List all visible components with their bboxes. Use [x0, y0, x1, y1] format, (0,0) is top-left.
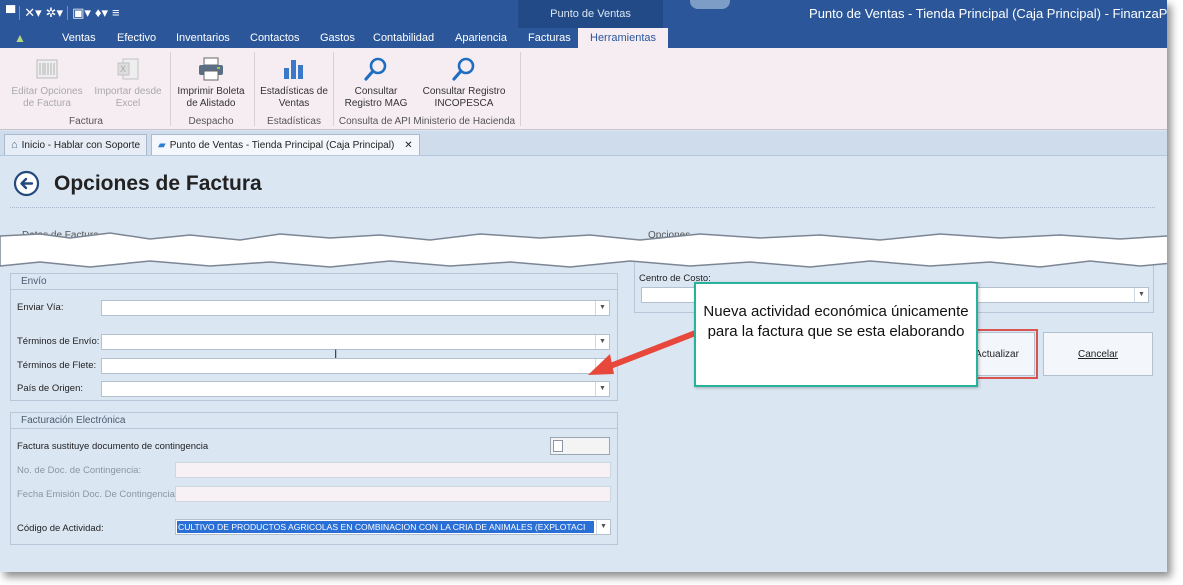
tab-gastos[interactable]: Gastos — [320, 28, 355, 48]
callout-note: Nueva actividad económica únicamente par… — [694, 282, 978, 387]
tab-efectivo[interactable]: Efectivo — [117, 28, 156, 48]
group-label-despacho: Despacho — [188, 116, 234, 127]
title-notch — [690, 0, 730, 9]
pos-icon: ▰ — [158, 139, 166, 151]
print-icon[interactable]: ▣▾ — [72, 4, 91, 22]
page-title: Opciones de Factura — [54, 172, 262, 195]
chevron-down-icon[interactable]: ▼ — [596, 520, 610, 534]
tab-ventas[interactable]: Ventas — [62, 28, 96, 48]
title-bar: ▀ ✕▾ ✲▾ ▣▾ ♦▾ ≡ Punto de Ventas Punto de… — [0, 0, 1167, 28]
codigo-actividad-select[interactable]: CULTIVO DE PRODUCTOS AGRICOLAS EN COMBIN… — [175, 519, 611, 535]
importar-excel-button[interactable]: X Importar desde Excel — [90, 52, 166, 110]
ribbon-divider — [170, 52, 171, 126]
quick-access-toolbar: ▀ ✕▾ ✲▾ ▣▾ ♦▾ ≡ — [6, 4, 120, 22]
document-tabs: ⌂ Inicio - Hablar con Soporte ▰ Punto de… — [0, 131, 1167, 156]
ribbon-divider — [254, 52, 255, 126]
torn-edge-graphic — [0, 232, 1167, 268]
context-tab-group: Punto de Ventas — [518, 0, 663, 28]
button-label: Consultar Registro INCOPESCA — [422, 86, 506, 109]
doctab-label: Punto de Ventas - Tienda Principal (Caja… — [169, 139, 395, 151]
back-arrow-icon[interactable] — [13, 170, 40, 197]
imprimir-boleta-button[interactable]: Imprimir Boleta de Alistado — [172, 52, 250, 110]
tools-icon[interactable]: ✕▾ — [24, 4, 41, 22]
terminos-envio-select[interactable]: ▼ — [101, 334, 610, 350]
doctab-inicio[interactable]: ⌂ Inicio - Hablar con Soporte — [4, 134, 148, 155]
fecha-emision-label: Fecha Emisión Doc. De Contingencia: — [17, 489, 178, 500]
text-cursor-icon: I — [334, 347, 338, 361]
cancelar-button[interactable]: Cancelar — [1043, 332, 1153, 376]
divider — [10, 207, 1155, 208]
toggle-knob — [553, 440, 563, 452]
codigo-actividad-label: Código de Actividad: — [17, 523, 104, 534]
ribbon-tabs: ▲ Ventas Efectivo Inventarios Contactos … — [0, 28, 1167, 48]
button-label: Consultar Registro MAG — [344, 86, 408, 109]
gear-icon[interactable]: ✲▾ — [46, 4, 63, 22]
contingencia-toggle-label: Factura sustituye documento de contingen… — [17, 441, 209, 452]
cancelar-label: Cancelar — [1077, 348, 1119, 360]
doctab-punto-de-ventas[interactable]: ▰ Punto de Ventas - Tienda Principal (Ca… — [151, 134, 420, 155]
printer-icon — [172, 52, 250, 86]
button-label: Estadísticas de Ventas — [260, 86, 328, 109]
ribbon: Editar Opciones de Factura X Importar de… — [0, 48, 1167, 130]
estadisticas-ventas-button[interactable]: Estadísticas de Ventas — [258, 52, 330, 110]
ribbon-divider — [333, 52, 334, 126]
actualizar-label: Actualizar — [975, 348, 1019, 360]
enviar-via-select[interactable]: ▼ — [101, 300, 610, 316]
terminos-envio-label: Términos de Envío: — [17, 336, 100, 347]
tab-contactos[interactable]: Contactos — [250, 28, 300, 48]
excel-icon: X — [90, 52, 166, 86]
app-window: ▀ ✕▾ ✲▾ ▣▾ ♦▾ ≡ Punto de Ventas Punto de… — [0, 0, 1167, 572]
bar-chart-icon — [258, 52, 330, 86]
group-title: Envío — [11, 274, 617, 290]
terminos-flete-select[interactable]: ▼ — [101, 358, 610, 374]
consultar-mag-button[interactable]: Consultar Registro MAG — [336, 52, 416, 110]
envio-group: Envío Enviar Vía: ▼ Términos de Envío: ▼… — [10, 273, 618, 401]
facturacion-electronica-group: Facturación Electrónica Factura sustituy… — [10, 412, 618, 545]
save-icon[interactable]: ▀ — [6, 4, 15, 22]
search-icon — [336, 52, 416, 86]
svg-text:X: X — [120, 65, 126, 75]
home-icon: ⌂ — [11, 138, 18, 151]
chevron-down-icon[interactable]: ▼ — [595, 301, 609, 315]
tab-facturas[interactable]: Facturas — [528, 28, 571, 48]
ribbon-divider — [520, 52, 521, 126]
app-menu-icon[interactable]: ▲ — [14, 31, 32, 45]
doc-contingencia-input[interactable] — [175, 462, 611, 478]
group-label-consulta-api: Consulta de API Ministerio de Hacienda — [338, 116, 516, 127]
paint-icon[interactable]: ♦▾ — [95, 4, 108, 22]
doctab-label: Inicio - Hablar con Soporte — [21, 139, 141, 151]
chevron-down-icon[interactable]: ▼ — [1134, 288, 1148, 302]
doc-contingencia-label: No. de Doc. de Contingencia: — [17, 465, 142, 476]
customize-qat-icon[interactable]: ≡ — [112, 4, 120, 22]
tab-contabilidad[interactable]: Contabilidad — [373, 28, 434, 48]
consultar-incopesca-button[interactable]: Consultar Registro INCOPESCA — [418, 52, 510, 110]
tab-herramientas[interactable]: Herramientas — [578, 28, 669, 48]
tab-apariencia[interactable]: Apariencia — [455, 28, 507, 48]
window-title: Punto de Ventas - Tienda Principal (Caja… — [809, 6, 1167, 21]
editar-opciones-factura-button[interactable]: Editar Opciones de Factura — [6, 52, 88, 110]
button-label: Imprimir Boleta de Alistado — [177, 86, 245, 109]
contingencia-toggle[interactable] — [550, 437, 610, 455]
button-label: Importar desde Excel — [94, 86, 162, 109]
fecha-emision-input[interactable] — [175, 486, 611, 502]
group-label-factura: Factura — [69, 116, 103, 127]
chevron-down-icon[interactable]: ▼ — [595, 382, 609, 396]
barcode-icon — [6, 52, 88, 86]
tab-inventarios[interactable]: Inventarios — [176, 28, 230, 48]
button-label: Editar Opciones de Factura — [11, 86, 83, 109]
enviar-via-label: Enviar Vía: — [17, 302, 64, 313]
search-icon — [418, 52, 510, 86]
pais-origen-select[interactable]: ▼ — [101, 381, 610, 397]
close-icon[interactable]: ✕ — [404, 136, 412, 155]
toolbar-divider — [19, 6, 21, 20]
pais-origen-label: País de Origen: — [17, 383, 84, 394]
group-label-estadisticas: Estadísticas — [267, 116, 321, 127]
toolbar-divider — [67, 6, 69, 20]
terminos-flete-label: Términos de Flete: — [17, 360, 97, 371]
group-title: Facturación Electrónica — [11, 413, 617, 429]
codigo-actividad-value: CULTIVO DE PRODUCTOS AGRICOLAS EN COMBIN… — [177, 521, 594, 533]
